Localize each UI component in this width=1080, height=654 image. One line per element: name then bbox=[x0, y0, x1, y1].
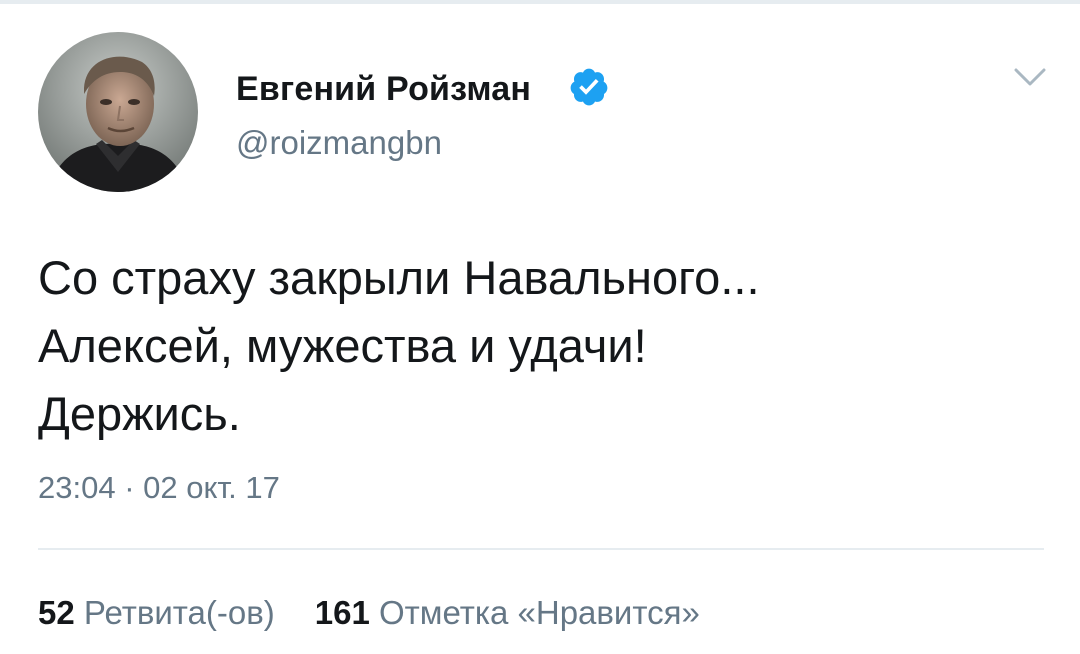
retweets-stat[interactable]: 52 Ретвита(-ов) bbox=[38, 594, 275, 631]
tweet-text-line: Держись. bbox=[38, 387, 241, 440]
stats-divider bbox=[38, 548, 1044, 550]
tweet-text: Со страху закрыли Навального... Алексей,… bbox=[38, 244, 1048, 448]
likes-stat[interactable]: 161 Отметка «Нравится» bbox=[315, 594, 700, 631]
verified-badge-icon bbox=[570, 68, 608, 106]
likes-count: 161 bbox=[314, 594, 370, 631]
tweet-timestamp[interactable]: 23:04 · 02 окт. 17 bbox=[38, 470, 280, 506]
tweet-stats: 52 Ретвита(-ов) 161 Отметка «Нравится» bbox=[38, 594, 700, 632]
top-divider bbox=[0, 0, 1080, 4]
avatar-photo bbox=[38, 32, 198, 192]
retweets-count: 52 bbox=[38, 594, 75, 631]
tweet-text-line: Алексей, мужества и удачи! bbox=[38, 319, 647, 372]
tweet-text-line: Со страху закрыли Навального... bbox=[38, 251, 760, 304]
avatar[interactable] bbox=[38, 32, 198, 192]
display-name[interactable]: Евгений Ройзман bbox=[236, 70, 531, 109]
retweets-label: Ретвита(-ов) bbox=[83, 594, 275, 631]
chevron-down-icon[interactable] bbox=[1010, 62, 1050, 92]
user-handle[interactable]: @roizmangbn bbox=[236, 124, 442, 162]
likes-label: Отметка «Нравится» bbox=[378, 594, 700, 631]
